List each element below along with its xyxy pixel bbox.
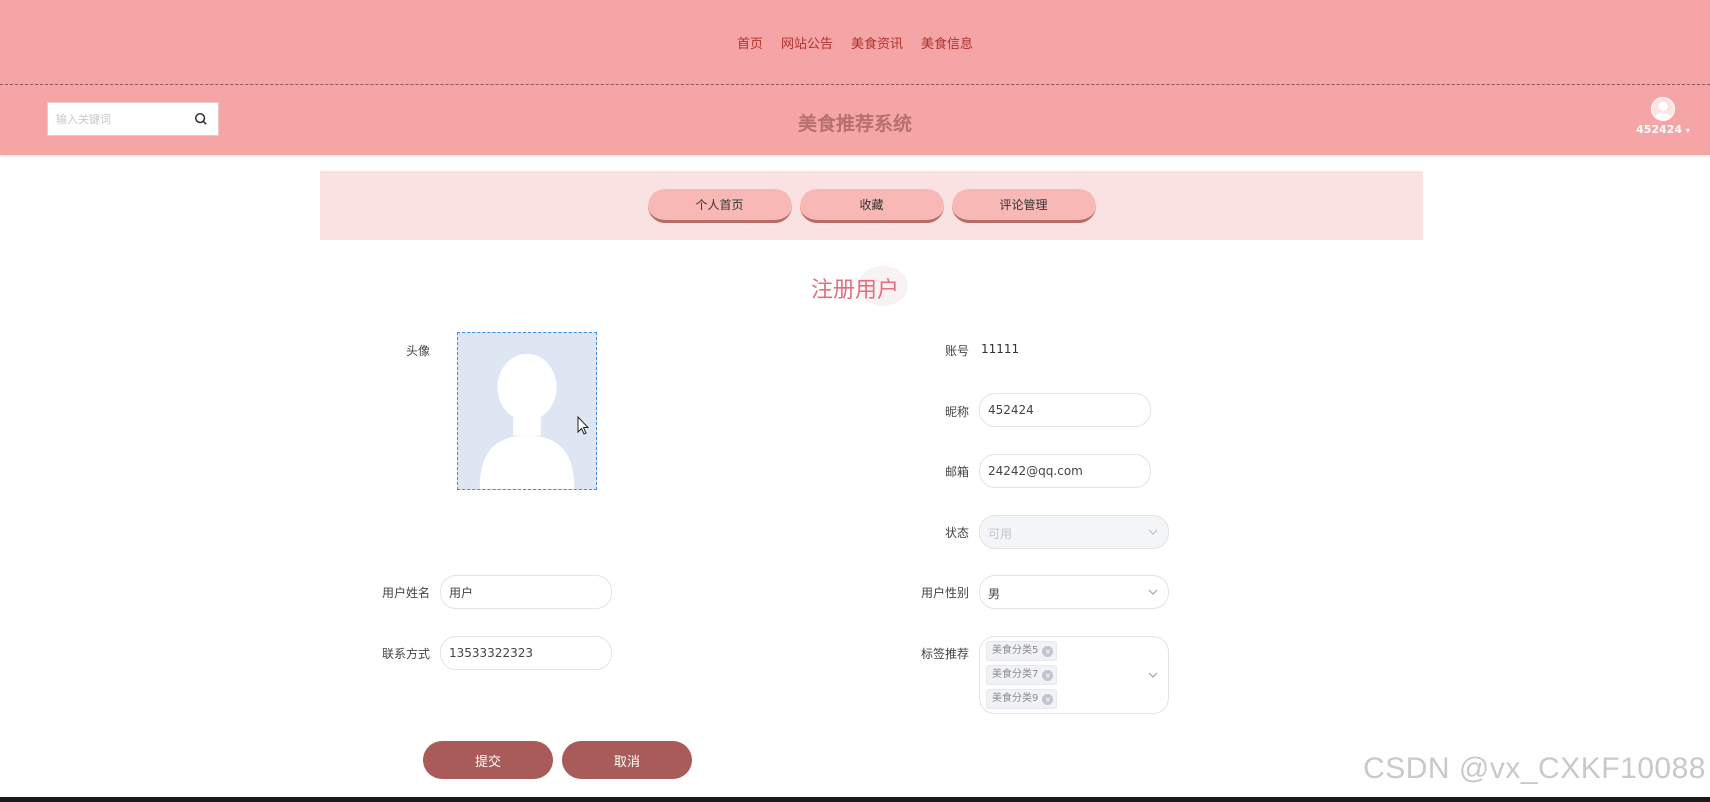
watermark: CSDN @vx_CXKF10088 — [1363, 752, 1706, 785]
cancel-button[interactable]: 取消 — [562, 741, 692, 779]
tag-label: 美食分类7 — [992, 669, 1039, 680]
avatar-placeholder-icon — [479, 353, 575, 489]
nav-food-news[interactable]: 美食资讯 — [851, 33, 903, 52]
tag-chip: 美食分类7 × — [986, 665, 1058, 685]
tags-select[interactable]: 美食分类5 × 美食分类7 × 美食分类9 × — [979, 636, 1169, 714]
tag-label: 美食分类5 — [992, 645, 1039, 656]
realname-label: 用户姓名 — [381, 586, 430, 600]
phone-input[interactable] — [441, 637, 602, 669]
mouse-cursor-icon — [577, 416, 589, 435]
email-field — [979, 454, 1151, 488]
tag-label: 美食分类9 — [992, 693, 1039, 704]
phone-field — [440, 636, 612, 670]
close-icon[interactable]: × — [1042, 646, 1054, 657]
tab-profile[interactable]: 个人首页 — [647, 188, 792, 223]
page-title: 注册用户 — [810, 278, 899, 303]
avatar-upload[interactable] — [457, 332, 597, 490]
realname-input[interactable] — [441, 576, 602, 608]
chevron-down-icon — [1148, 529, 1158, 535]
nickname-field — [979, 393, 1151, 427]
site-title: 美食推荐系统 — [797, 113, 912, 135]
close-icon[interactable]: × — [1042, 670, 1054, 681]
close-icon[interactable]: × — [1042, 694, 1054, 705]
bottom-divider — [0, 797, 1710, 802]
account-label: 账号 — [944, 344, 969, 358]
nickname-input[interactable] — [980, 394, 1141, 426]
tab-favorites[interactable]: 收藏 — [799, 188, 944, 223]
nav-announcements[interactable]: 网站公告 — [781, 33, 833, 52]
avatar-label: 头像 — [405, 344, 430, 358]
gender-value: 男 — [988, 587, 1001, 601]
status-select[interactable]: 可用 — [979, 515, 1169, 549]
gender-select[interactable]: 男 — [979, 575, 1169, 609]
tab-comments[interactable]: 评论管理 — [951, 188, 1096, 223]
caret-down-icon: ▾ — [1685, 126, 1690, 135]
tag-chip: 美食分类5 × — [986, 641, 1058, 661]
chevron-down-icon — [1148, 672, 1158, 678]
status-label: 状态 — [944, 526, 969, 540]
top-nav: 首页 网站公告 美食资讯 美食信息 — [0, 0, 1710, 85]
nav-food-info[interactable]: 美食信息 — [921, 33, 973, 52]
user-menu[interactable]: 452424 ▾ — [1628, 97, 1698, 136]
email-label: 邮箱 — [944, 465, 969, 479]
email-input[interactable] — [980, 455, 1141, 487]
status-value: 可用 — [988, 527, 1013, 541]
nickname-label: 昵称 — [944, 405, 969, 419]
phone-label: 联系方式 — [381, 647, 430, 661]
header-bar: 美食推荐系统 452424 ▾ — [0, 85, 1710, 155]
tab-strip: 个人首页 收藏 评论管理 — [320, 171, 1423, 240]
chevron-down-icon — [1148, 589, 1158, 595]
user-name: 452424 ▾ — [1636, 123, 1690, 136]
submit-button[interactable]: 提交 — [423, 741, 553, 779]
nav-home[interactable]: 首页 — [737, 33, 763, 52]
user-avatar-icon — [1651, 97, 1675, 121]
gender-label: 用户性别 — [920, 586, 969, 600]
tags-label: 标签推荐 — [920, 647, 969, 661]
account-value: 11111 — [981, 342, 1020, 356]
realname-field — [440, 575, 612, 609]
tag-chip: 美食分类9 × — [986, 689, 1058, 709]
